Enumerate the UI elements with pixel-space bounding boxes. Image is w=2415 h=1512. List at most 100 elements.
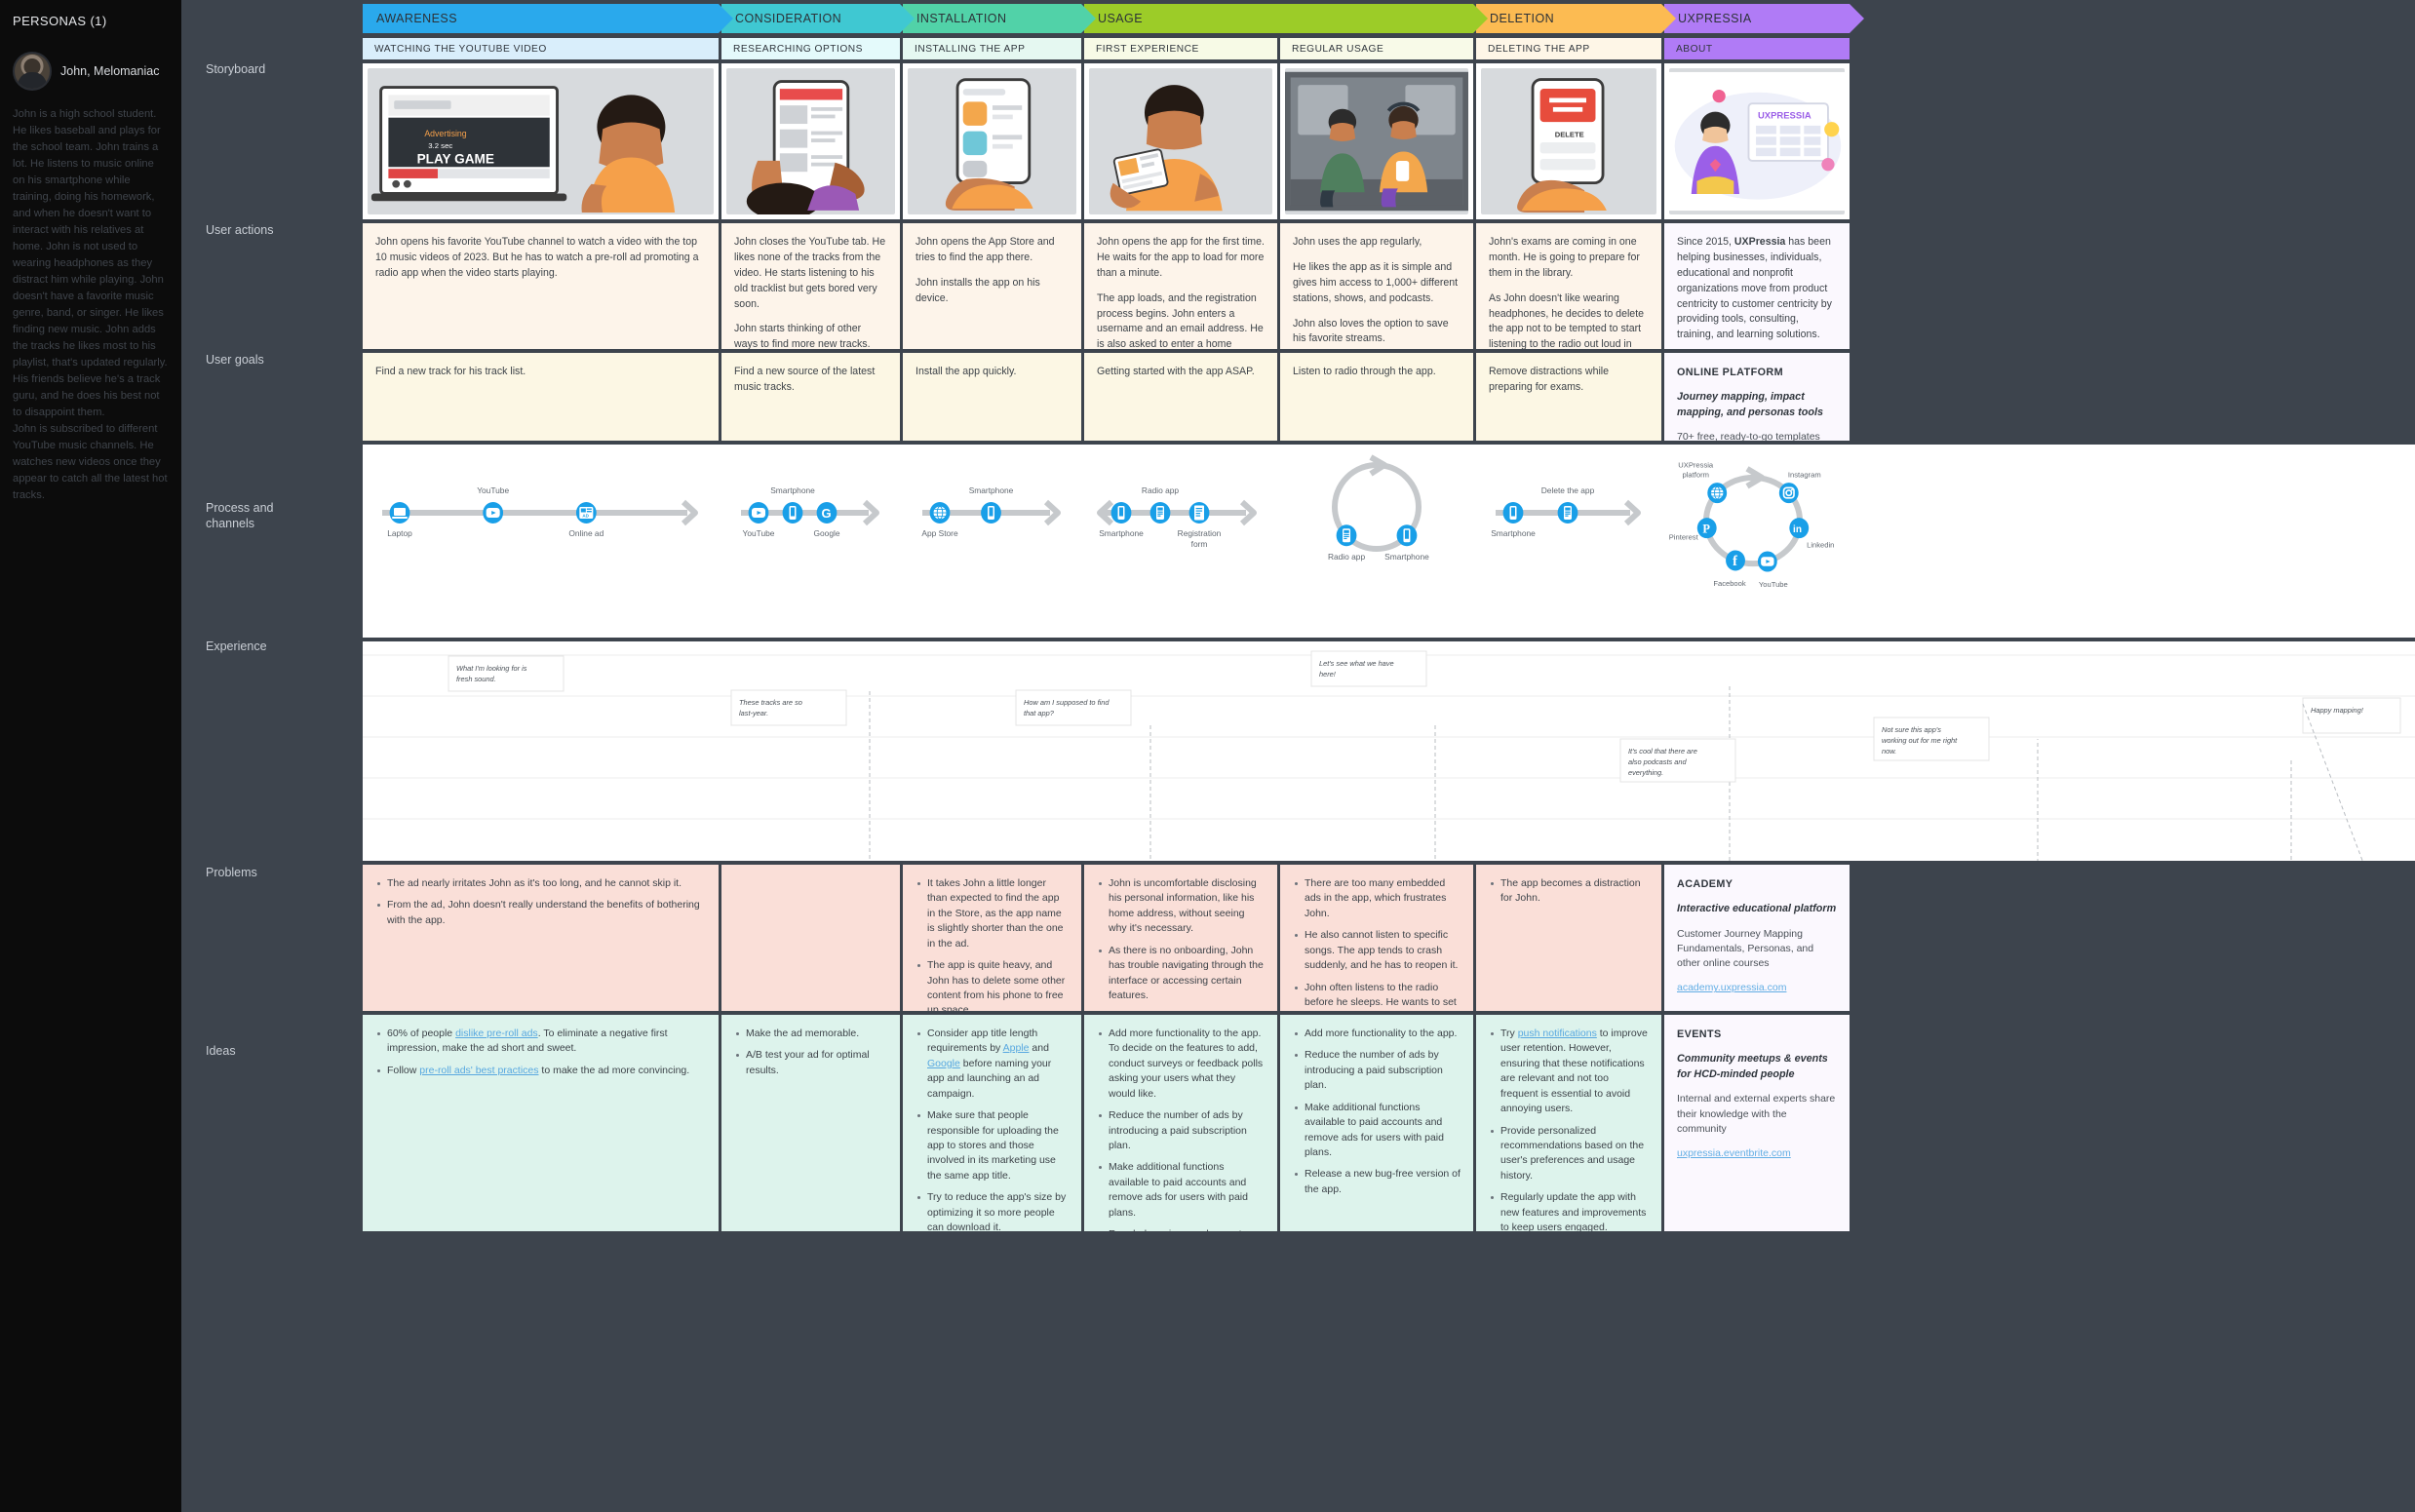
storyboard-cell-6[interactable]: UXPRESSIA (1664, 63, 1850, 219)
storyboard-cell-1[interactable] (721, 63, 900, 219)
uxpressia-events-cell[interactable]: EVENTS Community meetups & events for HCD… (1664, 1015, 1850, 1231)
problems-cell-1[interactable] (721, 865, 900, 1011)
storyboard-illustration: Advertising 3.2 sec PLAY GAME (368, 68, 714, 214)
uxpressia-events-heading: EVENTS (1677, 1028, 1722, 1040)
radioapp-icon (1336, 524, 1357, 547)
experience-note-text: here! (1319, 670, 1336, 678)
ideas-cell-5[interactable]: Try push notifications to improve user r… (1476, 1015, 1661, 1231)
uxpressia-academy-link[interactable]: academy.uxpressia.com (1677, 982, 1786, 993)
substep-label: RESEARCHING OPTIONS (733, 43, 863, 55)
row-label-problems: Problems (206, 866, 257, 879)
storyboard-cell-2[interactable] (903, 63, 1081, 219)
idea-inline-link[interactable]: pre-roll ads' best practices (419, 1065, 538, 1076)
list-item: John is uncomfortable disclosing his per… (1097, 876, 1265, 937)
ideas-cell-1[interactable]: Make the ad memorable. A/B test your ad f… (721, 1015, 900, 1231)
user-actions-cell-5[interactable]: John's exams are coming in one month. He… (1476, 223, 1661, 349)
smartphone-icon (1502, 502, 1524, 523)
user-actions-cell-2[interactable]: John opens the App Store and tries to fi… (903, 223, 1081, 349)
user-goal-cell-1[interactable]: Find a new source of the latest music tr… (721, 353, 900, 441)
experience-row: What I'm looking for isfresh sound.antic… (363, 641, 2415, 1512)
problems-cell-4[interactable]: There are too many embedded ads in the a… (1280, 865, 1473, 1011)
storyboard-cell-4[interactable] (1280, 63, 1473, 219)
idea-inline-link[interactable]: push notifications (1518, 1027, 1597, 1039)
user-goal-cell-3[interactable]: Getting started with the app ASAP. (1084, 353, 1277, 441)
storyboard-illustration (908, 68, 1076, 214)
experience-note[interactable] (730, 689, 847, 726)
list-item: Consider app title length requirements b… (915, 1027, 1069, 1102)
user-goal-cell-0[interactable]: Find a new track for his track list. (363, 353, 719, 441)
channel-label: Radio app (1328, 552, 1366, 562)
avatar (13, 52, 52, 91)
uxpressia-academy-cell[interactable]: ACADEMY Interactive educational platform C… (1664, 865, 1850, 1011)
channel-label: YouTube (743, 528, 775, 538)
user-actions-cell-0[interactable]: John opens his favorite YouTube channel … (363, 223, 719, 349)
problems-cell-0[interactable]: The ad nearly irritates John as it's too… (363, 865, 719, 1011)
experience-note[interactable] (1015, 689, 1132, 726)
user-action-paragraph: The app loads, and the registration proc… (1097, 291, 1264, 349)
problems-cell-2[interactable]: It takes John a little longer than expec… (903, 865, 1081, 1011)
persona-panel: PERSONAS (1) John, Melomaniac John is a … (0, 0, 181, 1512)
ideas-cell-0[interactable]: 60% of people dislike pre-roll ads. To e… (363, 1015, 719, 1231)
storyboard-illustration (1285, 68, 1468, 214)
stage-header-consideration[interactable]: CONSIDERATION (721, 4, 915, 33)
form-icon (1188, 502, 1210, 523)
svg-text:G: G (822, 506, 832, 521)
substep-label: FIRST EXPERIENCE (1096, 43, 1199, 55)
list-item: The app is quite heavy, and John has to … (915, 958, 1069, 1011)
uxpressia-brand-name: UXPressia (1733, 236, 1786, 248)
uxpressia-academy-subheading: Interactive educational platform (1677, 903, 1837, 915)
idea-inline-link[interactable]: dislike pre-roll ads (455, 1027, 538, 1039)
youtube-icon (483, 502, 504, 523)
stage-header-deletion[interactable]: DELETION (1476, 4, 1676, 33)
stage-header-usage[interactable]: USAGE (1084, 4, 1488, 33)
stage-header-installation[interactable]: INSTALLATION (903, 4, 1096, 33)
experience-note[interactable] (2302, 697, 2401, 734)
ideas-cell-2[interactable]: Consider app title length requirements b… (903, 1015, 1081, 1231)
radioapp-icon (1149, 502, 1171, 523)
channel-label: App Store (921, 528, 958, 538)
google-icon: G (816, 502, 837, 523)
list-item: Provide personalized recommendations bas… (1489, 1124, 1649, 1184)
substep-header-2[interactable]: INSTALLING THE APP (903, 38, 1081, 59)
row-label-experience: Experience (206, 640, 267, 653)
problems-cell-5[interactable]: The app becomes a distraction for John. (1476, 865, 1661, 1011)
ideas-cell-3[interactable]: Add more functionality to the app. To de… (1084, 1015, 1277, 1231)
idea-inline-link[interactable]: Apple (1003, 1042, 1030, 1054)
stage-header-awareness[interactable]: AWARENESS (363, 4, 733, 33)
stage-chevron-icon (1081, 4, 1096, 33)
stage-header-uxpressia[interactable]: UXPRESSIA (1664, 4, 1864, 33)
substep-header-3[interactable]: FIRST EXPERIENCE (1084, 38, 1277, 59)
instagram-icon (1778, 483, 1799, 504)
storyboard-cell-0[interactable]: Advertising 3.2 sec PLAY GAME (363, 63, 719, 219)
uxpressia-events-link[interactable]: uxpressia.eventbrite.com (1677, 1147, 1791, 1159)
substep-header-0[interactable]: WATCHING THE YOUTUBE VIDEO (363, 38, 719, 59)
smartphone-icon (981, 502, 1001, 523)
user-goal-cell-5[interactable]: Remove distractions while preparing for … (1476, 353, 1661, 441)
storyboard-cell-5[interactable]: DELETE (1476, 63, 1661, 219)
user-goal-cell-2[interactable]: Install the app quickly. (903, 353, 1081, 441)
ideas-cell-4[interactable]: Add more functionality to the app. Reduce… (1280, 1015, 1473, 1231)
list-item: Make additional functions available to p… (1097, 1160, 1265, 1221)
problems-cell-3[interactable]: John is uncomfortable disclosing his per… (1084, 865, 1277, 1011)
substep-header-5[interactable]: DELETING THE APP (1476, 38, 1661, 59)
experience-note[interactable] (448, 655, 565, 692)
storyboard-cell-3[interactable] (1084, 63, 1277, 219)
globe-icon (1707, 483, 1728, 504)
uxpressia-platform-cell[interactable]: ONLINE PLATFORM Journey mapping, impact m… (1664, 353, 1850, 441)
user-goal-cell-4[interactable]: Listen to radio through the app. (1280, 353, 1473, 441)
ideas-list: Consider app title length requirements b… (915, 1027, 1069, 1231)
substep-header-1[interactable]: RESEARCHING OPTIONS (721, 38, 900, 59)
idea-inline-link[interactable]: Google (927, 1058, 960, 1069)
experience-note[interactable] (1310, 650, 1427, 687)
user-actions-cell-4[interactable]: John uses the app regularly, He likes the… (1280, 223, 1473, 349)
row-label-process-channels: Process and channels (206, 501, 274, 530)
substep-header-4[interactable]: REGULAR USAGE (1280, 38, 1473, 59)
user-actions-cell-1[interactable]: John closes the YouTube tab. He likes no… (721, 223, 900, 349)
experience-note-text: last-year. (739, 709, 768, 717)
uxpressia-about-cell[interactable]: Since 2015, UXPressia has been helping b… (1664, 223, 1850, 349)
youtube-icon (1757, 551, 1777, 572)
row-label-spacer (181, 0, 363, 51)
svg-text:f: f (1733, 554, 1737, 569)
user-actions-cell-3[interactable]: John opens the app for the first time. H… (1084, 223, 1277, 349)
substep-header-6[interactable]: ABOUT (1664, 38, 1850, 59)
